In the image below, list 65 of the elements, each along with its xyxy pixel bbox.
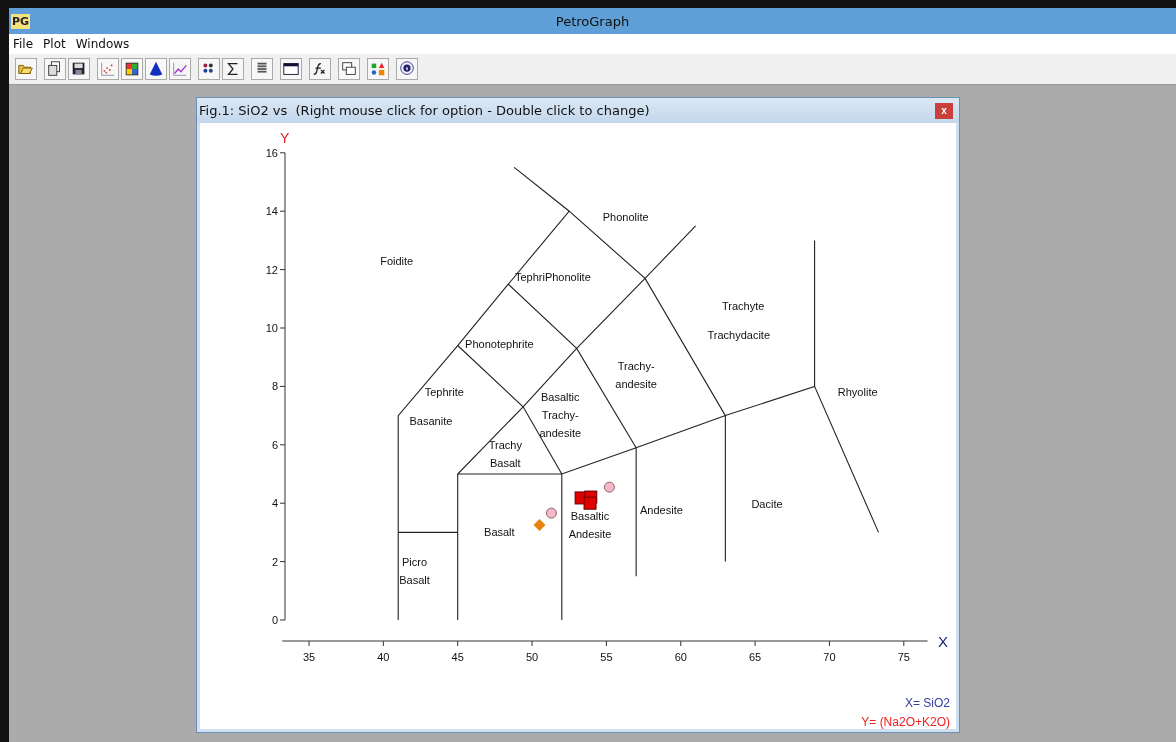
field-label: Phonolite — [602, 211, 649, 224]
menu-item[interactable]: Windows — [71, 37, 134, 51]
tick-label: 35 — [302, 651, 316, 663]
windows-icon — [340, 60, 358, 78]
tick-label: 0 — [271, 614, 278, 626]
tick-label: 4 — [271, 497, 278, 510]
field-label: Trachyte — [722, 300, 765, 313]
close-button[interactable]: x — [935, 102, 953, 119]
axis-caption: Y= (Na2O+K2O) — [861, 715, 950, 729]
field-label: Rhyolite — [837, 386, 878, 399]
toolbar-button[interactable] — [222, 58, 244, 80]
tick-label: 14 — [265, 205, 278, 218]
color-grid-icon — [123, 60, 141, 78]
tick-label: 12 — [265, 263, 278, 276]
axis-mark: Y — [280, 129, 290, 146]
cone-icon — [147, 60, 165, 78]
toolbar-button[interactable] — [44, 58, 66, 80]
tick-label: 60 — [674, 651, 687, 663]
toolbar-button[interactable] — [309, 58, 331, 80]
field-label: Basaltic Trachy- andesite — [539, 390, 582, 439]
tick-label: 70 — [823, 651, 836, 663]
line-chart-icon — [171, 60, 189, 78]
tick-label: 8 — [271, 380, 278, 393]
axis-mark: X — [938, 633, 948, 650]
tick-label: 16 — [265, 146, 278, 159]
tick-label: 75 — [897, 651, 910, 663]
toolbar-button[interactable] — [198, 58, 220, 80]
tick-label: 65 — [748, 651, 762, 663]
tick-label: 6 — [271, 438, 278, 451]
menu-item[interactable]: Plot — [39, 37, 70, 51]
toolbar-button[interactable] — [121, 58, 143, 80]
toolbar-button[interactable] — [251, 58, 273, 80]
menu-item[interactable]: File — [9, 37, 38, 51]
tick-label: 40 — [377, 651, 390, 663]
field-label: Phonotephrite — [465, 338, 534, 351]
info-icon — [398, 60, 416, 78]
field-label: Foidite — [380, 254, 414, 267]
toolbar-button[interactable] — [68, 58, 90, 80]
field-label: Trachy- andesite — [615, 359, 657, 390]
field-label: Picro Basalt — [399, 555, 430, 586]
field-label: Dacite — [751, 498, 783, 511]
field-label: Basalt — [484, 526, 515, 539]
tick-label: 50 — [525, 651, 539, 663]
app-logo: PG — [11, 13, 31, 29]
shapes-icon — [369, 60, 387, 78]
field-label: Basaltic Andesite — [568, 510, 612, 541]
toolbar-button[interactable] — [280, 58, 302, 80]
toolbar-button[interactable] — [338, 58, 360, 80]
field-label: Tephrite — [424, 386, 464, 399]
axis-caption: X= SiO2 — [904, 696, 950, 710]
scatter-plot-icon — [99, 60, 117, 78]
window-title: PetroGraph — [555, 13, 630, 29]
field-label: Trachydacite — [707, 329, 770, 342]
window-icon — [282, 60, 300, 78]
tick-label: 2 — [271, 555, 278, 568]
field-label: Andesite — [640, 503, 683, 516]
field-label: Trachy Basalt — [488, 438, 522, 469]
toolbar-button[interactable] — [145, 58, 167, 80]
chart-window-title: Fig.1: SiO2 vs (Right mouse click for option - Double click to change) — [199, 103, 650, 118]
tick-label: 55 — [600, 651, 613, 663]
field-label: Basanite — [409, 415, 453, 428]
field-label: TephriPhonolite — [514, 270, 591, 283]
tick-label: 10 — [265, 322, 278, 334]
tick-label: 45 — [451, 651, 464, 663]
toolbar-button[interactable] — [396, 58, 418, 80]
